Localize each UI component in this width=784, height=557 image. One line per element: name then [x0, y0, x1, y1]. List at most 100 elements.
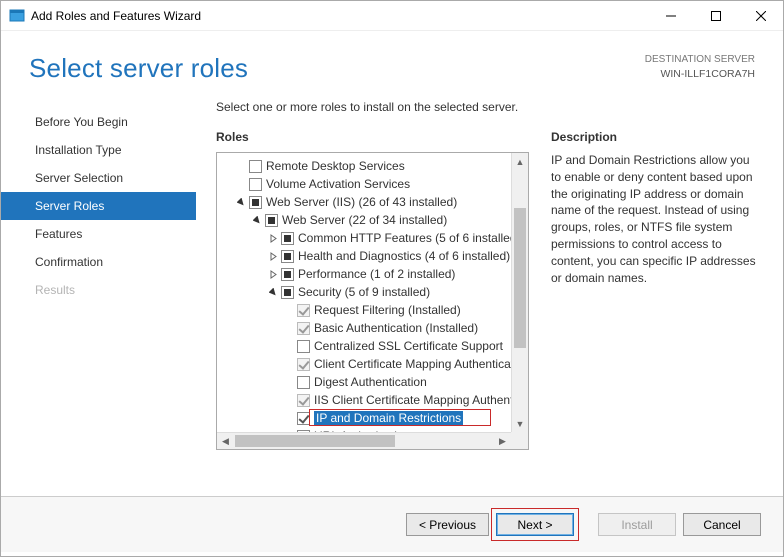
vertical-scrollbar[interactable]: ▲ ▼	[511, 153, 528, 432]
scroll-thumb-v[interactable]	[514, 208, 526, 348]
checkbox[interactable]	[297, 394, 310, 407]
expand-spacer	[235, 178, 247, 190]
collapse-icon[interactable]	[235, 196, 247, 208]
description-column: Description IP and Domain Restrictions a…	[551, 130, 757, 496]
wizard-step-before-you-begin[interactable]: Before You Begin	[1, 108, 196, 136]
wizard-step-confirmation[interactable]: Confirmation	[1, 248, 196, 276]
horizontal-scrollbar[interactable]: ◀ ▶	[217, 432, 511, 449]
tree-node[interactable]: Client Certificate Mapping Authenticatio…	[221, 355, 511, 373]
tree-node-label[interactable]: Common HTTP Features (5 of 6 installed)	[298, 231, 511, 245]
content: Before You BeginInstallation TypeServer …	[1, 96, 783, 496]
scroll-thumb-h[interactable]	[235, 435, 395, 447]
tree-node-label[interactable]: Digest Authentication	[314, 375, 427, 389]
tree-node-label[interactable]: Security (5 of 9 installed)	[298, 285, 430, 299]
page-title: Select server roles	[29, 53, 645, 84]
tree-node-label[interactable]: Health and Diagnostics (4 of 6 installed…	[298, 249, 510, 263]
scroll-corner	[511, 432, 528, 449]
tree-node[interactable]: Request Filtering (Installed)	[221, 301, 511, 319]
checkbox[interactable]	[297, 358, 310, 371]
expand-spacer	[283, 340, 295, 352]
expand-icon[interactable]	[267, 232, 279, 244]
wizard-step-installation-type[interactable]: Installation Type	[1, 136, 196, 164]
roles-column: Roles Remote Desktop ServicesVolume Acti…	[216, 130, 529, 496]
collapse-icon[interactable]	[267, 286, 279, 298]
wizard-footer: < Previous Next > Install Cancel	[1, 496, 783, 552]
description-text: IP and Domain Restrictions allow you to …	[551, 152, 757, 286]
checkbox[interactable]	[297, 412, 310, 425]
tree-node[interactable]: Basic Authentication (Installed)	[221, 319, 511, 337]
scroll-right-icon[interactable]: ▶	[494, 433, 511, 449]
tree-node-label[interactable]: Volume Activation Services	[266, 177, 410, 191]
tree-node[interactable]: Centralized SSL Certificate Support	[221, 337, 511, 355]
wizard-steps: Before You BeginInstallation TypeServer …	[1, 96, 196, 496]
maximize-button[interactable]	[693, 1, 738, 31]
roles-tree: Remote Desktop Services Volume Activation…	[216, 152, 529, 450]
checkbox[interactable]	[249, 178, 262, 191]
tree-node[interactable]: Performance (1 of 2 installed)	[221, 265, 511, 283]
checkbox[interactable]	[281, 232, 294, 245]
checkbox[interactable]	[297, 376, 310, 389]
tree-node-label[interactable]: Performance (1 of 2 installed)	[298, 267, 455, 281]
tree-node[interactable]: Digest Authentication	[221, 373, 511, 391]
tree-node-label[interactable]: IIS Client Certificate Mapping Authentic	[314, 393, 511, 407]
expand-spacer	[283, 394, 295, 406]
expand-icon[interactable]	[267, 250, 279, 262]
description-header: Description	[551, 130, 757, 152]
tree-node[interactable]: IP and Domain Restrictions	[221, 409, 511, 427]
scroll-down-icon[interactable]: ▼	[512, 415, 528, 432]
window-title: Add Roles and Features Wizard	[31, 9, 648, 23]
cancel-button[interactable]: Cancel	[683, 513, 761, 536]
app-icon	[9, 8, 25, 24]
titlebar: Add Roles and Features Wizard	[1, 1, 783, 31]
destination-value: WIN-ILLF1CORA7H	[645, 67, 755, 81]
tree-node-label[interactable]: Request Filtering (Installed)	[314, 303, 461, 317]
tree-node-label[interactable]: Web Server (22 of 34 installed)	[282, 213, 447, 227]
destination-server: DESTINATION SERVER WIN-ILLF1CORA7H	[645, 53, 755, 81]
expand-spacer	[283, 304, 295, 316]
expand-icon[interactable]	[267, 268, 279, 280]
tree-node-label[interactable]: IP and Domain Restrictions	[314, 411, 463, 425]
next-button[interactable]: Next >	[496, 513, 574, 536]
expand-spacer	[283, 412, 295, 424]
expand-spacer	[283, 322, 295, 334]
scroll-up-icon[interactable]: ▲	[512, 153, 528, 170]
checkbox[interactable]	[281, 250, 294, 263]
checkbox[interactable]	[281, 286, 294, 299]
expand-spacer	[283, 376, 295, 388]
tree-node-label[interactable]: Web Server (IIS) (26 of 43 installed)	[266, 195, 457, 209]
roles-tree-view[interactable]: Remote Desktop Services Volume Activation…	[217, 153, 511, 432]
tree-node[interactable]: Web Server (IIS) (26 of 43 installed)	[221, 193, 511, 211]
checkbox[interactable]	[297, 340, 310, 353]
checkbox[interactable]	[297, 304, 310, 317]
previous-button[interactable]: < Previous	[406, 513, 489, 536]
tree-node[interactable]: Security (5 of 9 installed)	[221, 283, 511, 301]
checkbox[interactable]	[297, 322, 310, 335]
page-header: Select server roles DESTINATION SERVER W…	[1, 31, 783, 96]
tree-node[interactable]: Common HTTP Features (5 of 6 installed)	[221, 229, 511, 247]
wizard-step-server-roles[interactable]: Server Roles	[1, 192, 196, 220]
tree-node-label[interactable]: Centralized SSL Certificate Support	[314, 339, 503, 353]
checkbox[interactable]	[265, 214, 278, 227]
tree-node[interactable]: Volume Activation Services	[221, 175, 511, 193]
minimize-button[interactable]	[648, 1, 693, 31]
wizard-step-results: Results	[1, 276, 196, 304]
collapse-icon[interactable]	[251, 214, 263, 226]
wizard-step-server-selection[interactable]: Server Selection	[1, 164, 196, 192]
tree-node[interactable]: IIS Client Certificate Mapping Authentic	[221, 391, 511, 409]
install-button: Install	[598, 513, 676, 536]
tree-node-label[interactable]: Remote Desktop Services	[266, 159, 405, 173]
expand-spacer	[235, 160, 247, 172]
tree-node[interactable]: Web Server (22 of 34 installed)	[221, 211, 511, 229]
tree-node[interactable]: Health and Diagnostics (4 of 6 installed…	[221, 247, 511, 265]
scroll-left-icon[interactable]: ◀	[217, 433, 234, 449]
main-panel: Select one or more roles to install on t…	[196, 96, 783, 496]
close-button[interactable]	[738, 1, 783, 31]
checkbox[interactable]	[249, 160, 262, 173]
tree-node[interactable]: Remote Desktop Services	[221, 157, 511, 175]
tree-node-label[interactable]: Client Certificate Mapping Authenticatio…	[314, 357, 511, 371]
checkbox[interactable]	[281, 268, 294, 281]
wizard-step-features[interactable]: Features	[1, 220, 196, 248]
destination-label: DESTINATION SERVER	[645, 53, 755, 67]
checkbox[interactable]	[249, 196, 262, 209]
tree-node-label[interactable]: Basic Authentication (Installed)	[314, 321, 478, 335]
